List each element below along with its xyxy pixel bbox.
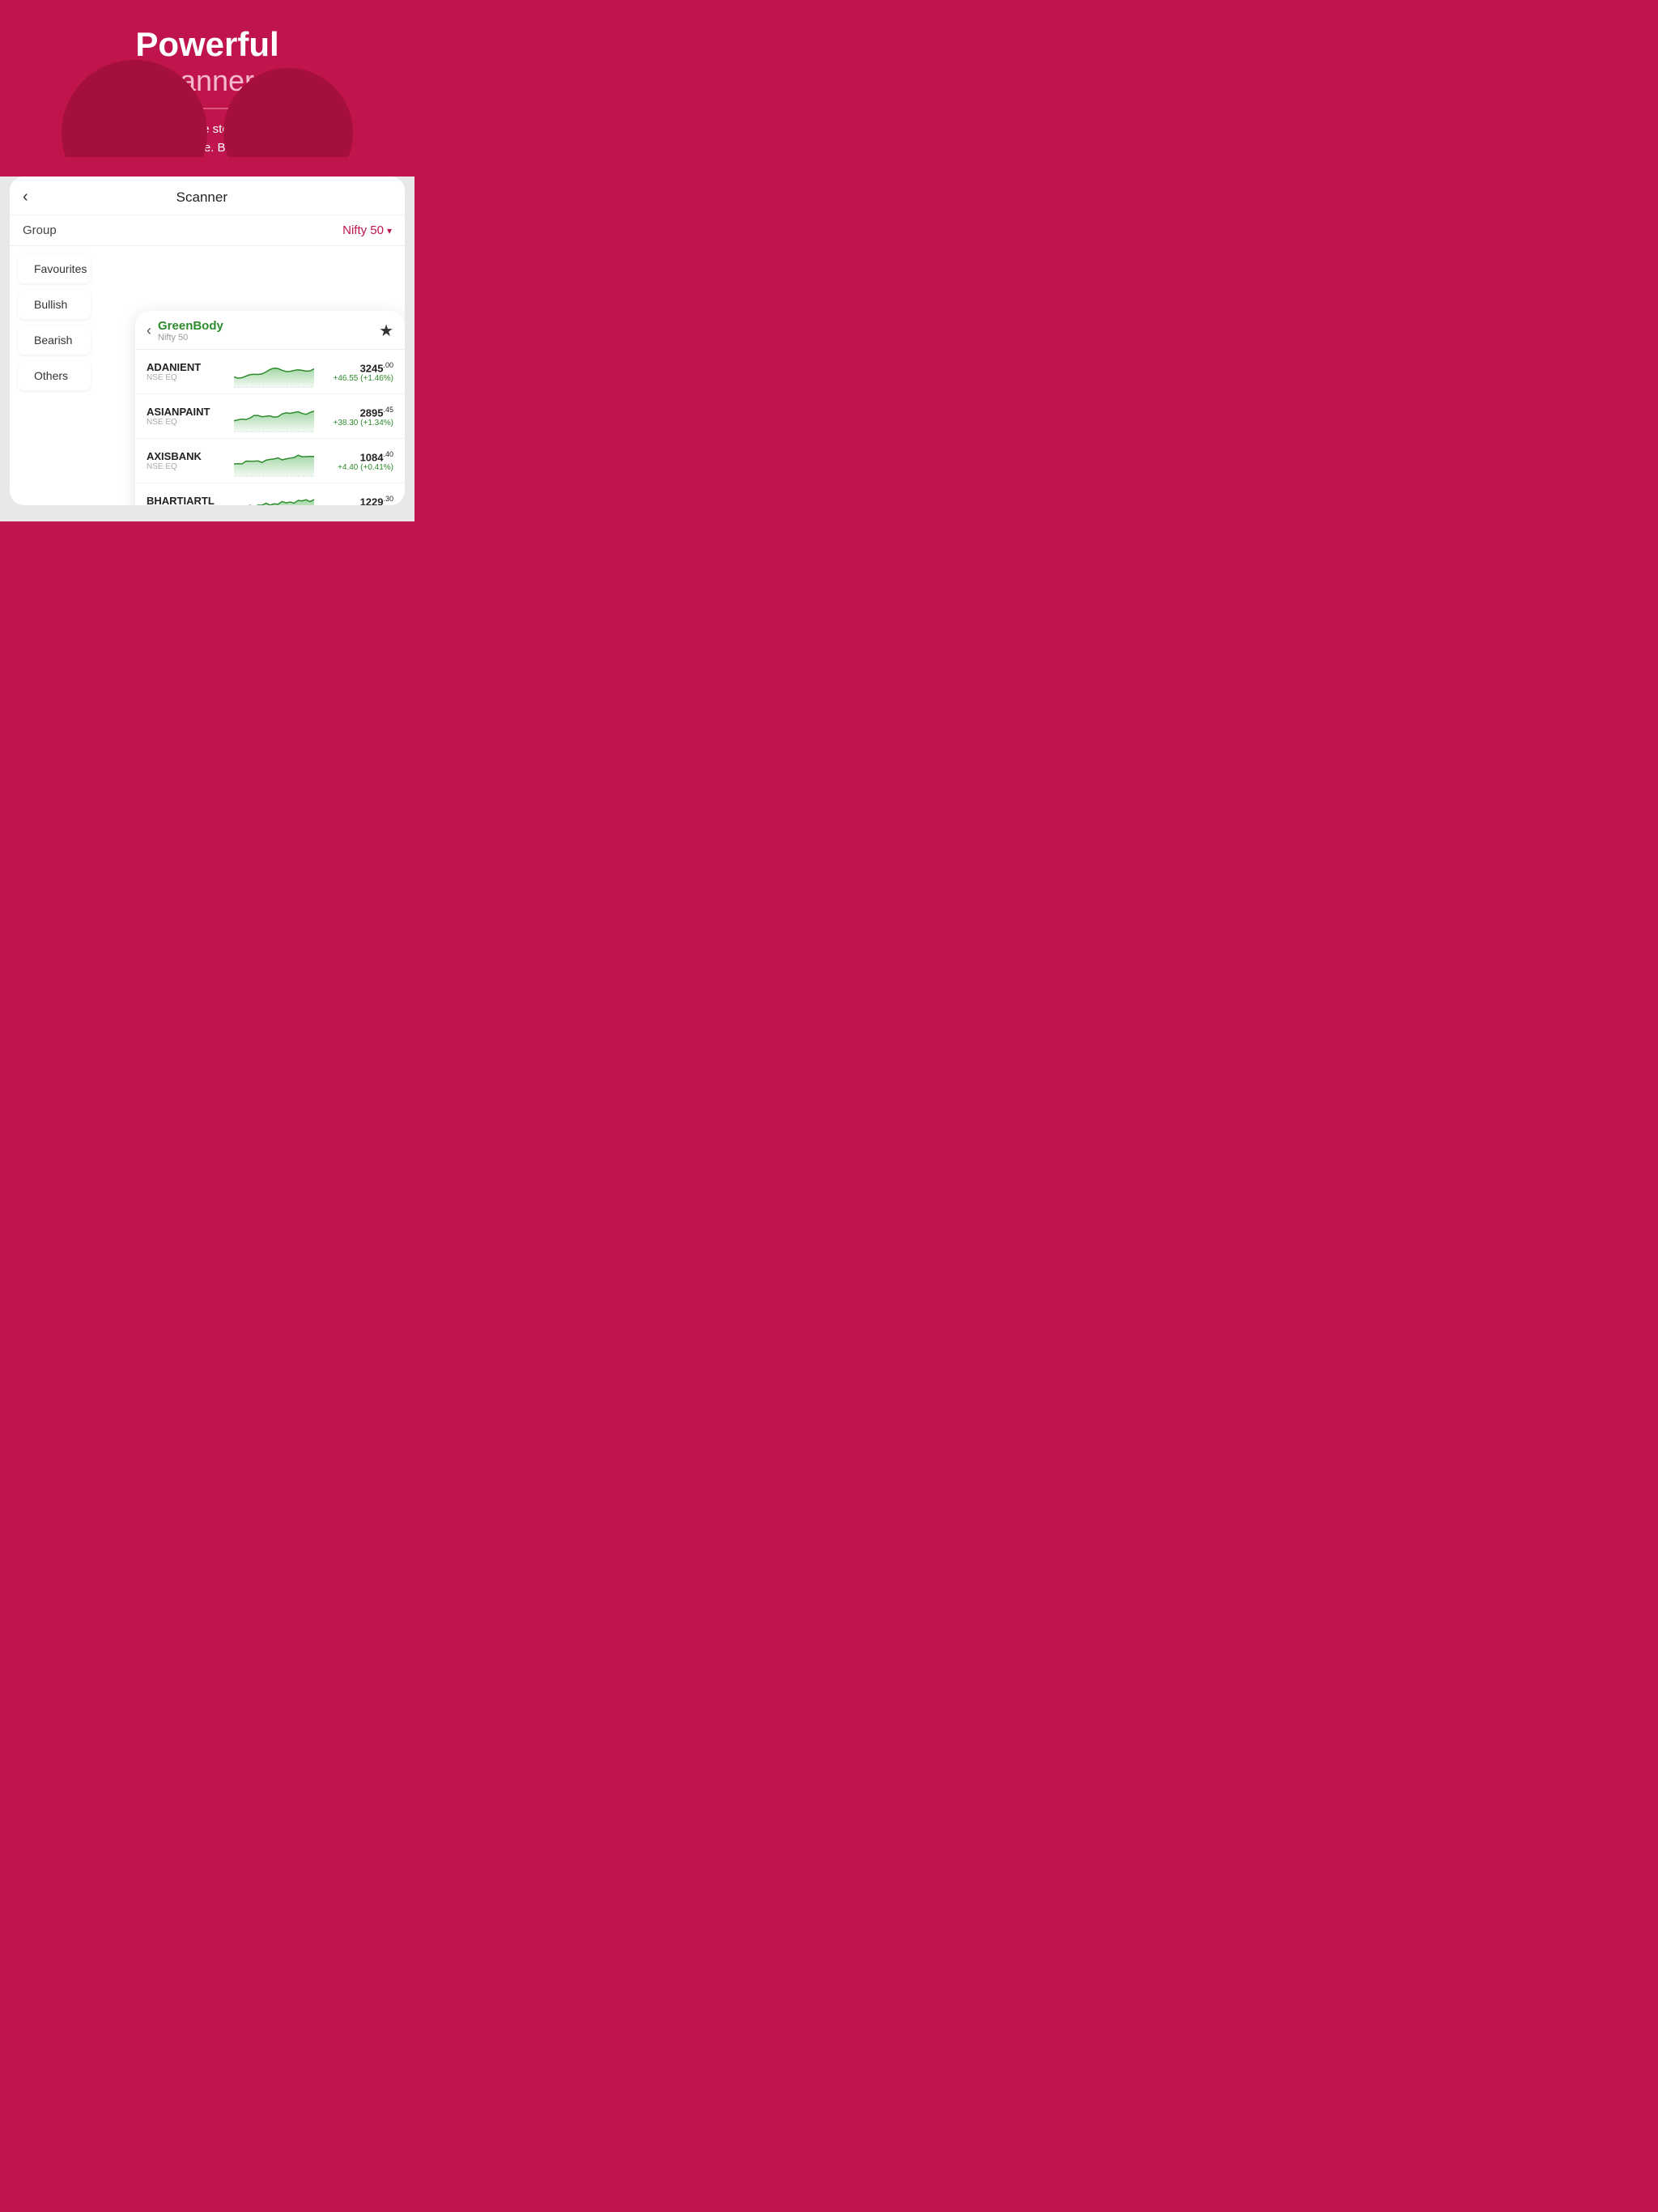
- stock-row[interactable]: BHARTIARTL NSE EQ 1229.30 +24.85 (+2.06%…: [135, 483, 405, 505]
- stock-price-block: 3245.00 +46.55 (+1.46%): [321, 361, 393, 383]
- side-menu: Favourites Bullish Bearish Others: [10, 246, 91, 505]
- scanner-card: ‹ Scanner Group Nifty 50 ▾ Favourites Bu…: [10, 177, 405, 505]
- stock-exchange: NSE EQ: [147, 462, 227, 471]
- greenbody-card: ‹ GreenBody Nifty 50 ★ ADANIENT NSE EQ: [135, 311, 405, 505]
- hero-decoration: [45, 60, 369, 157]
- stock-name: ASIANPAINT: [147, 406, 227, 418]
- stock-price: 2895.45: [321, 406, 393, 419]
- stock-chart: [234, 489, 314, 505]
- stock-row[interactable]: ADANIENT NSE EQ 3245.00 +46.55 (+1.46%): [135, 350, 405, 394]
- stock-name: AXISBANK: [147, 450, 227, 462]
- scanner-header: ‹ Scanner: [10, 177, 405, 215]
- stock-list: ADANIENT NSE EQ 3245.00 +46.55 (+1.46%): [135, 350, 405, 505]
- stock-info: AXISBANK NSE EQ: [147, 450, 227, 471]
- hero-title-bold: Powerful: [19, 26, 395, 63]
- group-value[interactable]: Nifty 50 ▾: [342, 223, 392, 237]
- menu-item-bullish[interactable]: Bullish: [18, 290, 91, 319]
- stock-info: ASIANPAINT NSE EQ: [147, 406, 227, 427]
- stock-name: ADANIENT: [147, 361, 227, 373]
- scanner-title: Scanner: [28, 189, 376, 206]
- stock-name: BHARTIARTL: [147, 495, 227, 505]
- stock-change: +46.55 (+1.46%): [321, 374, 393, 383]
- cards-wrapper: ‹ Scanner Group Nifty 50 ▾ Favourites Bu…: [0, 177, 414, 521]
- chevron-down-icon: ▾: [387, 225, 392, 236]
- stock-chart: [234, 445, 314, 477]
- stock-price: 1084.40: [321, 450, 393, 463]
- menu-item-others[interactable]: Others: [18, 361, 91, 390]
- stock-price-block: 1084.40 +4.40 (+0.41%): [321, 450, 393, 472]
- menu-item-favourites[interactable]: Favourites: [18, 254, 91, 283]
- group-row[interactable]: Group Nifty 50 ▾: [10, 215, 405, 246]
- stock-change: +4.40 (+0.41%): [321, 463, 393, 472]
- stock-info: ADANIENT NSE EQ: [147, 361, 227, 382]
- scanner-back-button[interactable]: ‹: [23, 188, 28, 206]
- stock-price: 1229.30: [321, 495, 393, 506]
- stock-chart: [234, 355, 314, 388]
- stock-change: +38.30 (+1.34%): [321, 419, 393, 428]
- hero-section: Powerful Scanners Quickly scans the stoc…: [0, 0, 414, 157]
- greenbody-title-block: GreenBody Nifty 50: [158, 319, 379, 342]
- greenbody-back-button[interactable]: ‹: [147, 322, 151, 339]
- greenbody-header: ‹ GreenBody Nifty 50 ★: [135, 311, 405, 350]
- stock-exchange: NSE EQ: [147, 373, 227, 382]
- stock-info: BHARTIARTL NSE EQ: [147, 495, 227, 505]
- star-icon[interactable]: ★: [379, 321, 393, 341]
- group-label: Group: [23, 223, 57, 237]
- stock-price: 3245.00: [321, 361, 393, 374]
- stock-price-block: 2895.45 +38.30 (+1.34%): [321, 406, 393, 428]
- stock-chart: [234, 400, 314, 432]
- menu-item-bearish[interactable]: Bearish: [18, 325, 91, 355]
- greenbody-name: GreenBody: [158, 319, 379, 333]
- stock-row[interactable]: ASIANPAINT NSE EQ 2895.45 +38.30 (+1.34%…: [135, 394, 405, 439]
- greenbody-sub: Nifty 50: [158, 333, 379, 342]
- stock-exchange: NSE EQ: [147, 418, 227, 427]
- stock-row[interactable]: AXISBANK NSE EQ 1084.40 +4.40 (+0.41%): [135, 439, 405, 483]
- stock-price-block: 1229.30 +24.85 (+2.06%): [321, 495, 393, 506]
